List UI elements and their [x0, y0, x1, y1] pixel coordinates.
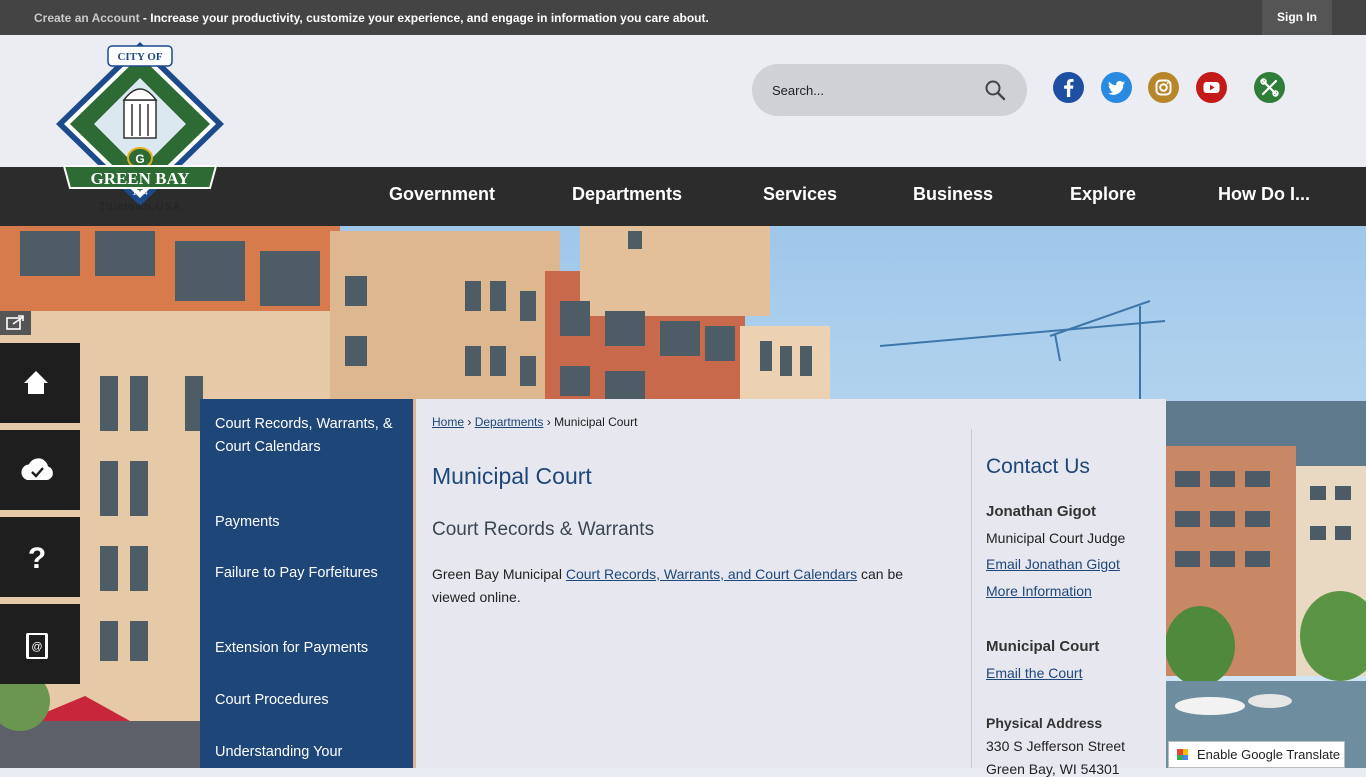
share-icon[interactable]	[0, 311, 31, 335]
nav-government[interactable]: Government	[389, 167, 495, 226]
contact-dept-name: Municipal Court	[986, 638, 1100, 655]
nav-services[interactable]: Services	[763, 167, 837, 226]
account-message: Create an Account - Increase your produc…	[34, 11, 709, 25]
tools-icon[interactable]	[1254, 72, 1285, 103]
more-information-link[interactable]: More Information	[986, 583, 1092, 599]
contact-person-name: Jonathan Gigot	[986, 503, 1096, 520]
translate-label: Enable Google Translate	[1197, 747, 1341, 762]
sidenav-court-records[interactable]: Court Records, Warrants, & Court Calenda…	[215, 413, 400, 459]
breadcrumb-departments[interactable]: Departments	[475, 415, 544, 429]
svg-text:?: ?	[28, 542, 46, 575]
google-translate-button[interactable]: Enable Google Translate	[1168, 741, 1345, 768]
breadcrumb-home[interactable]: Home	[432, 415, 464, 429]
nav-explore[interactable]: Explore	[1070, 167, 1136, 226]
contact-book-icon[interactable]: @	[0, 604, 80, 684]
intro-paragraph: Green Bay Municipal Court Records, Warra…	[432, 563, 942, 609]
sidenav-extension-for-payments[interactable]: Extension for Payments	[215, 637, 400, 660]
svg-text:@: @	[31, 641, 42, 653]
breadcrumb: Home › Departments › Municipal Court	[432, 415, 637, 429]
twitter-icon[interactable]	[1101, 72, 1132, 103]
google-icon	[1175, 747, 1190, 762]
sidenav-court-procedures[interactable]: Court Procedures	[215, 689, 400, 712]
contact-person-title: Municipal Court Judge	[986, 530, 1126, 546]
sign-in-button[interactable]: Sign In	[1262, 0, 1332, 35]
breadcrumb-separator: ›	[464, 415, 475, 429]
city-logo[interactable]: CITY OF G GREEN BAY 1854 Titletown,USA	[52, 38, 228, 218]
section-title: Court Records & Warrants	[432, 519, 655, 540]
logo-tagline: Titletown,USA	[99, 201, 181, 213]
search-icon[interactable]	[984, 79, 1006, 101]
address-label: Physical Address	[986, 715, 1103, 731]
youtube-icon[interactable]	[1196, 72, 1227, 103]
breadcrumb-separator: ›	[543, 415, 555, 429]
create-account-link[interactable]: Create an Account	[34, 11, 140, 25]
question-icon[interactable]: ?	[0, 517, 80, 597]
logo-top-text: CITY OF	[117, 51, 162, 63]
logo-year: 1854	[132, 190, 148, 197]
account-tagline: - Increase your productivity, customize …	[139, 11, 709, 25]
search-input[interactable]	[770, 78, 970, 102]
facebook-icon[interactable]	[1053, 72, 1084, 103]
email-person-link[interactable]: Email Jonathan Gigot	[986, 556, 1120, 572]
page-title: Municipal Court	[432, 463, 592, 489]
top-bar: Create an Account - Increase your produc…	[0, 0, 1366, 35]
side-nav: Court Records, Warrants, & Court Calenda…	[200, 399, 413, 768]
logo-name: GREEN BAY	[90, 169, 189, 188]
contact-heading: Contact Us	[986, 455, 1090, 478]
cloud-check-icon[interactable]	[0, 430, 80, 510]
nav-departments[interactable]: Departments	[572, 167, 682, 226]
nav-how-do-i[interactable]: How Do I...	[1218, 167, 1310, 226]
sidenav-understanding-your[interactable]: Understanding Your	[215, 741, 400, 764]
main-content: Home › Departments › Municipal Court Mun…	[416, 399, 1166, 777]
svg-text:G: G	[135, 152, 144, 166]
email-court-link[interactable]: Email the Court	[986, 665, 1082, 681]
paragraph-text: Green Bay Municipal	[432, 566, 566, 582]
address-line-1: 330 S Jefferson Street	[986, 738, 1126, 754]
nav-business[interactable]: Business	[913, 167, 993, 226]
column-divider	[971, 429, 972, 768]
court-records-link[interactable]: Court Records, Warrants, and Court Calen…	[566, 566, 857, 582]
instagram-icon[interactable]	[1148, 72, 1179, 103]
sidenav-payments[interactable]: Payments	[215, 511, 400, 534]
search-box	[752, 64, 1027, 116]
breadcrumb-current: Municipal Court	[554, 415, 638, 429]
sidenav-failure-to-pay[interactable]: Failure to Pay Forfeitures	[215, 562, 400, 585]
home-icon[interactable]	[0, 343, 80, 423]
address-line-2: Green Bay, WI 54301	[986, 761, 1120, 777]
